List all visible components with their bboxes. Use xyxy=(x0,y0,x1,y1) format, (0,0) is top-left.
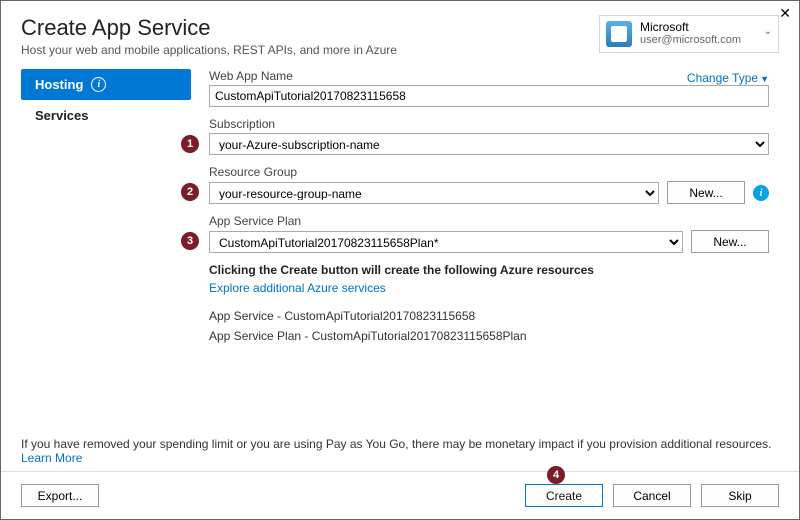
cancel-button[interactable]: Cancel xyxy=(613,484,691,507)
resource-group-label: Resource Group xyxy=(209,165,769,179)
summary-block: Clicking the Create button will create t… xyxy=(209,263,779,343)
tab-services[interactable]: Services xyxy=(21,100,191,131)
webapp-field-block: Web App Name Change Type▼ xyxy=(209,69,769,107)
resource-line: App Service Plan - CustomApiTutorial2017… xyxy=(209,329,779,343)
footer-note-text: If you have removed your spending limit … xyxy=(21,437,771,451)
dialog-body: Hosting i Services Web App Name Change T… xyxy=(1,63,799,349)
webapp-name-input[interactable] xyxy=(209,85,769,107)
info-icon[interactable]: i xyxy=(753,185,769,201)
learn-more-link[interactable]: Learn More xyxy=(21,451,82,465)
info-icon: i xyxy=(91,77,106,92)
step-badge-2: 2 xyxy=(181,183,199,201)
account-text: Microsoft user@microsoft.com xyxy=(640,20,741,48)
resource-group-select[interactable]: your-resource-group-name xyxy=(209,182,659,204)
new-resource-group-button[interactable]: New... xyxy=(667,181,745,204)
app-service-plan-select[interactable]: CustomApiTutorial20170823115658Plan* xyxy=(209,231,683,253)
webapp-label: Web App Name xyxy=(209,69,293,83)
tab-services-label: Services xyxy=(35,108,89,123)
app-service-plan-label: App Service Plan xyxy=(209,214,769,228)
chevron-down-icon: ▼ xyxy=(760,74,769,84)
step-badge-1: 1 xyxy=(181,135,199,153)
step-badge-3: 3 xyxy=(181,232,199,250)
export-button[interactable]: Export... xyxy=(21,484,99,507)
summary-heading: Clicking the Create button will create t… xyxy=(209,263,779,277)
skip-button[interactable]: Skip xyxy=(701,484,779,507)
account-name: Microsoft xyxy=(640,20,741,34)
dialog-footer: Export... 4 Create Cancel Skip xyxy=(1,471,799,519)
create-button[interactable]: Create xyxy=(525,484,603,507)
account-email: user@microsoft.com xyxy=(640,34,741,47)
close-icon[interactable]: ✕ xyxy=(779,5,791,22)
subscription-select[interactable]: your-Azure-subscription-name xyxy=(209,133,769,155)
create-app-service-dialog: ✕ Create App Service Host your web and m… xyxy=(0,0,800,520)
dialog-subtitle: Host your web and mobile applications, R… xyxy=(21,43,397,57)
subscription-field-block: 1 Subscription your-Azure-subscription-n… xyxy=(209,117,769,155)
dialog-title: Create App Service xyxy=(21,15,397,41)
dialog-header: Create App Service Host your web and mob… xyxy=(1,1,799,63)
tab-hosting[interactable]: Hosting i xyxy=(21,69,191,100)
form-area: Web App Name Change Type▼ 1 Subscription… xyxy=(191,69,779,349)
title-block: Create App Service Host your web and mob… xyxy=(21,15,397,57)
change-type-link[interactable]: Change Type▼ xyxy=(687,71,769,85)
account-avatar-icon xyxy=(606,21,632,47)
subscription-label: Subscription xyxy=(209,117,769,131)
step-badge-4: 4 xyxy=(547,466,565,484)
sidebar: Hosting i Services xyxy=(21,69,191,349)
tab-hosting-label: Hosting xyxy=(35,77,83,92)
footer-note: If you have removed your spending limit … xyxy=(21,437,779,465)
resource-group-field-block: 2 Resource Group your-resource-group-nam… xyxy=(209,165,769,204)
chevron-down-icon: ⌄ xyxy=(764,26,772,37)
app-service-plan-field-block: 3 App Service Plan CustomApiTutorial2017… xyxy=(209,214,769,253)
resource-line: App Service - CustomApiTutorial201708231… xyxy=(209,309,779,323)
account-selector[interactable]: Microsoft user@microsoft.com ⌄ xyxy=(599,15,779,53)
explore-services-link[interactable]: Explore additional Azure services xyxy=(209,281,386,295)
new-app-service-plan-button[interactable]: New... xyxy=(691,230,769,253)
